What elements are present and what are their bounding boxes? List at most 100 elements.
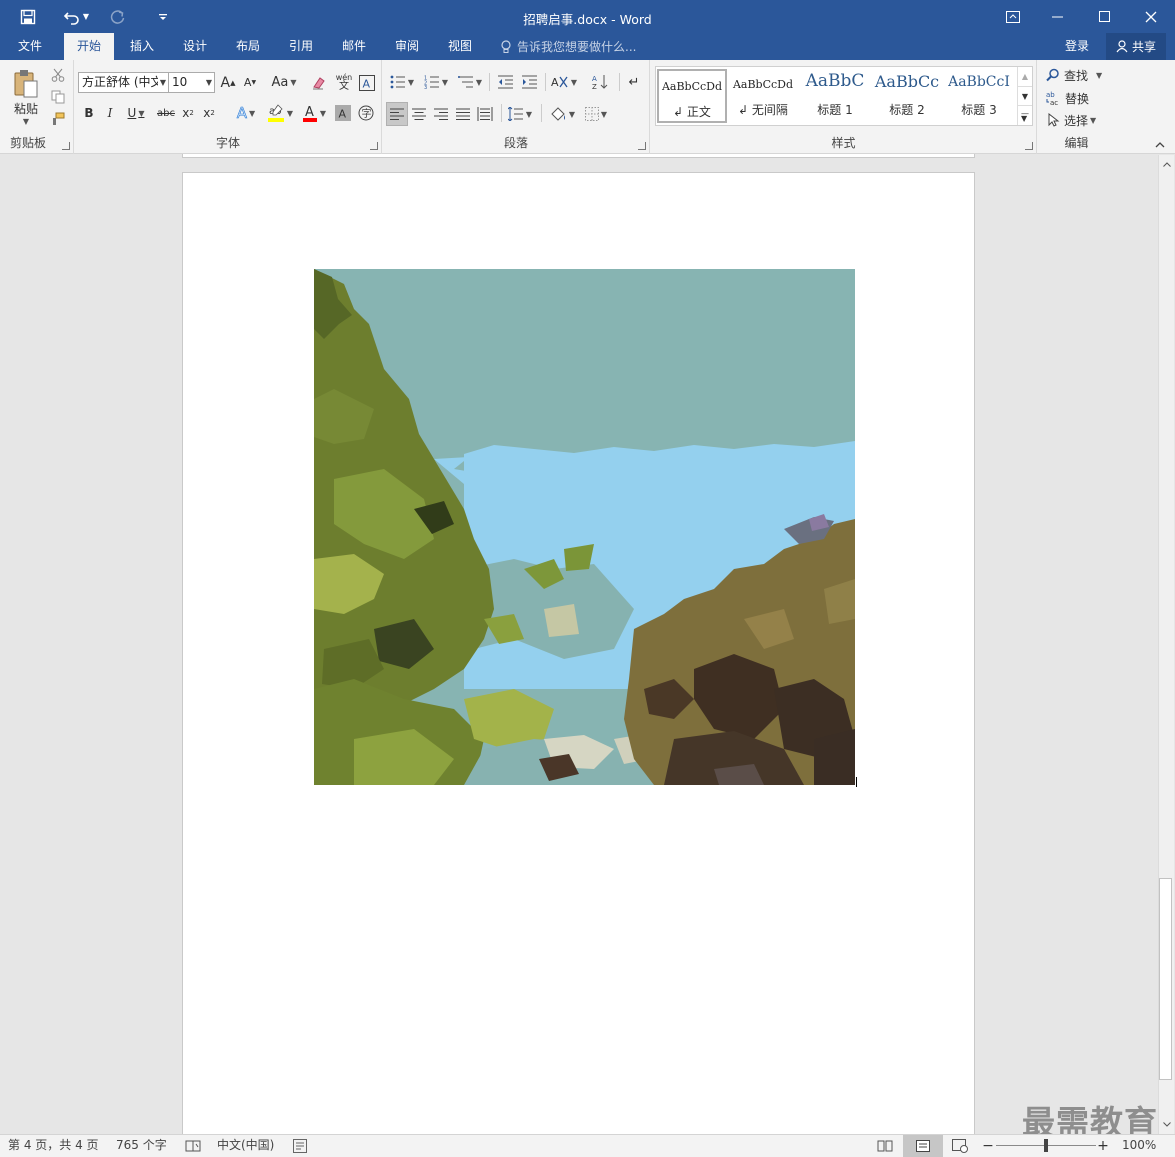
svg-text:Z: Z [592,83,597,90]
close-button[interactable] [1128,0,1174,33]
tab-view[interactable]: 视图 [436,33,484,60]
scroll-up-icon[interactable] [1159,157,1174,171]
style-heading-2-sample: AaBbCc [874,72,940,91]
inserted-picture[interactable] [314,269,855,785]
tab-references[interactable]: 引用 [277,33,325,60]
tab-file[interactable]: 文件 [6,33,54,60]
tab-design[interactable]: 设计 [171,33,219,60]
minimize-button[interactable] [1035,0,1081,33]
macro-recording-icon[interactable] [291,1138,309,1154]
login-link[interactable]: 登录 [1065,33,1089,60]
change-case-button[interactable]: Aa ▼ [269,72,299,93]
numbering-icon[interactable]: 1 2 3 ▼ [421,71,451,93]
align-center-icon[interactable] [408,102,430,126]
styles-scroll-down[interactable]: ▼ [1017,86,1032,105]
asian-layout-icon[interactable]: A ▼ [549,71,579,93]
word-count[interactable]: 765 个字 [116,1135,167,1157]
collapse-ribbon-icon[interactable] [1153,138,1167,152]
svg-text:A: A [339,108,347,121]
italic-icon[interactable]: I [101,102,119,124]
select-button[interactable]: 选择 ▼ [1046,110,1114,130]
font-size-box[interactable]: 10 ▼ [168,72,215,93]
styles-more[interactable]: — ▼ [1017,105,1032,125]
tab-mailings[interactable]: 邮件 [330,33,378,60]
font-launcher[interactable] [370,142,378,150]
line-spacing-icon[interactable]: ▼ [505,102,535,126]
cut-icon[interactable] [49,66,67,84]
text-effects-icon[interactable]: A ▼ [232,102,260,124]
show-formatting-marks-icon[interactable]: ↵ [624,71,644,93]
read-mode-icon[interactable] [874,1137,896,1155]
svg-text:字: 字 [362,107,372,120]
tab-layout[interactable]: 布局 [224,33,272,60]
zoom-level[interactable]: 100% [1122,1135,1156,1157]
decrease-indent-icon[interactable] [495,71,517,93]
enclose-characters-icon[interactable]: 字 [356,102,376,124]
scrollbar-thumb[interactable] [1159,878,1172,1080]
align-left-icon[interactable] [386,102,408,126]
bullets-icon[interactable]: ▼ [387,71,417,93]
style-no-spacing[interactable]: AaBbCcDd ↲ 无间隔 [728,67,798,122]
style-heading-3-label: 标题 3 [961,103,997,117]
shading-icon[interactable]: ▼ [547,102,577,126]
web-layout-icon[interactable] [949,1137,971,1155]
style-normal[interactable]: AaBbCcDd ↲ 正文 [657,69,727,123]
page-count[interactable]: 第 4 页，共 4 页 [8,1135,99,1157]
paste-button[interactable]: 粘贴 ▼ [8,66,44,128]
svg-text:A: A [363,77,371,90]
justify-icon[interactable] [452,102,474,126]
multilevel-list-icon[interactable]: ▼ [455,71,485,93]
replace-button[interactable]: ab ac 替换 [1046,88,1108,108]
styles-scroll-up[interactable]: ▲ [1017,67,1032,86]
shrink-font-icon[interactable]: A ▼ [241,72,259,93]
styles-launcher[interactable] [1025,142,1033,150]
clear-formatting-icon[interactable] [309,72,329,93]
zoom-out-button[interactable]: − [981,1137,995,1155]
tell-me-box[interactable]: 告诉我您想要做什么... [500,33,636,60]
language-indicator[interactable]: 中文(中国) [217,1135,274,1157]
phonetic-guide-icon[interactable]: wén 文 [334,71,354,93]
paragraph-launcher[interactable] [638,142,646,150]
bold-icon[interactable]: B [80,102,98,124]
superscript-icon[interactable]: x2 [200,102,218,124]
tab-home[interactable]: 开始 [64,33,114,60]
separator [619,73,620,91]
font-color-icon[interactable]: A ▼ [299,101,329,125]
font-name-box[interactable]: 方正舒体 (中文 ▼ [78,72,169,93]
style-heading-1[interactable]: AaBbC 标题 1 [800,67,870,122]
font-group: 方正舒体 (中文 ▼ 10 ▼ A ▲ A ▼ Aa ▼ wén 文 A B I U ▼ … [75,60,382,154]
zoom-slider-thumb[interactable] [1044,1139,1048,1152]
find-button[interactable]: 查找 ▼ [1046,65,1108,85]
style-heading-3[interactable]: AaBbCcI 标题 3 [944,67,1014,122]
distributed-icon[interactable] [474,102,496,126]
cursor-icon [1048,113,1060,127]
grow-font-icon[interactable]: A ▲ [219,72,237,93]
svg-text:A: A [551,76,559,89]
character-border-icon[interactable]: A [358,72,376,93]
format-painter-icon[interactable] [49,110,67,128]
style-heading-2[interactable]: AaBbCc 标题 2 [872,67,942,122]
tab-insert[interactable]: 插入 [118,33,166,60]
borders-icon[interactable]: ▼ [581,102,611,126]
print-layout-icon[interactable] [903,1135,943,1157]
share-button[interactable]: 共享 [1106,33,1166,60]
scroll-down-icon[interactable] [1159,1117,1174,1131]
proofing-icon[interactable] [184,1138,202,1154]
strikethrough-icon[interactable]: abc [155,102,177,124]
highlight-color-icon[interactable]: ab ▼ [265,101,295,125]
styles-group: AaBbCcDd ↲ 正文 AaBbCcDd ↲ 无间隔 AaBbC 标题 1 … [651,60,1037,154]
align-right-icon[interactable] [430,102,452,126]
style-heading-3-sample: AaBbCcI [948,74,1010,90]
increase-indent-icon[interactable] [519,71,541,93]
zoom-in-button[interactable]: + [1096,1137,1110,1155]
copy-icon[interactable] [49,88,67,106]
subscript-icon[interactable]: x2 [179,102,197,124]
tab-review[interactable]: 审阅 [383,33,431,60]
clipboard-launcher[interactable] [62,142,70,150]
character-shading-icon[interactable]: A [334,102,352,124]
separator [501,104,502,122]
maximize-button[interactable] [1082,0,1128,33]
ribbon-display-options-icon[interactable] [990,0,1036,33]
sort-icon[interactable]: AZ [589,71,613,93]
underline-icon[interactable]: U ▼ [122,102,150,124]
